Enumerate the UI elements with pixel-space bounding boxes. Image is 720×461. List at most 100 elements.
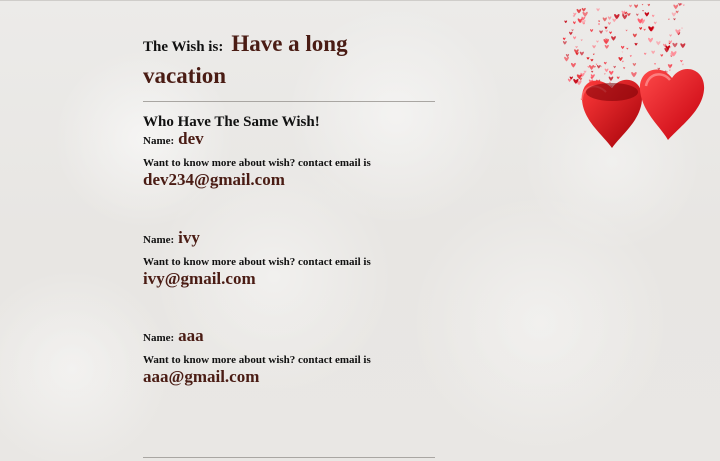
confetti-heart (579, 77, 583, 81)
confetti-heart (596, 40, 599, 43)
confetti-heart (644, 12, 650, 17)
confetti-heart (643, 52, 647, 56)
person-name: dev (178, 129, 204, 148)
confetti-heart (611, 36, 616, 41)
person-name: ivy (178, 228, 200, 247)
confetti-heart (595, 63, 598, 65)
confetti-heart (620, 45, 625, 50)
confetti-heart (604, 26, 608, 30)
heart-gift-box-icon (562, 3, 705, 148)
confetti-heart (672, 42, 678, 48)
confetti-heart (604, 73, 606, 75)
confetti-heart (607, 22, 611, 25)
confetti-heart (625, 29, 628, 32)
confetti-heart (671, 12, 677, 17)
confetti-heart (593, 65, 596, 68)
confetti-heart (562, 41, 567, 45)
confetti-heart (565, 53, 570, 58)
confetti-heart (613, 65, 616, 69)
contact-label: Want to know more about wish? contact em… (143, 157, 371, 169)
confetti-heart (680, 43, 686, 49)
confetti-heart (673, 4, 679, 10)
confetti-heart (570, 62, 576, 68)
confetti-heart (602, 17, 607, 22)
confetti-heart (608, 76, 614, 82)
confetti-heart (573, 36, 577, 40)
confetti-heart (590, 29, 594, 33)
confetti-heart (590, 58, 594, 62)
person-name-line: Name: ivy (143, 229, 371, 247)
confetti-heart (564, 20, 568, 24)
confetti-heart (642, 10, 644, 12)
bottom-divider (143, 457, 435, 458)
person-name-line: Name: aaa (143, 327, 371, 345)
confetti-heart (656, 41, 661, 46)
confetti-heart (648, 26, 654, 32)
confetti-heart (647, 3, 651, 7)
confetti-heart (581, 7, 586, 12)
title-divider (143, 101, 435, 102)
confetti-heart (632, 62, 637, 67)
confetti-heart (627, 13, 631, 17)
confetti-heart (572, 15, 576, 18)
contact-email: dev234@gmail.com (143, 170, 285, 189)
confetti-heart (569, 31, 573, 36)
confetti-heart (605, 29, 608, 33)
confetti-heart (596, 65, 601, 69)
confetti-heart (609, 31, 612, 35)
confetti-heart (609, 70, 614, 76)
confetti-heart (598, 20, 601, 23)
confetti-heart (582, 11, 588, 17)
confetti-heart (634, 4, 639, 9)
confetti-heart (564, 56, 569, 62)
confetti-heart (623, 67, 626, 70)
person-name: aaa (178, 326, 204, 345)
confetti-heart (592, 45, 596, 49)
wish-content: The Wish is: Have a long vacation Who Ha… (143, 24, 435, 385)
confetti-heart (651, 14, 655, 18)
confetti-heart (621, 60, 624, 63)
confetti-heart (678, 3, 682, 7)
confetti-heart (639, 27, 643, 30)
confetti-heart (660, 54, 664, 57)
confetti-heart (571, 29, 574, 32)
confetti-heart (668, 18, 670, 20)
confetti-heart (586, 57, 590, 60)
confetti-heart (631, 71, 637, 78)
person-entry: Name: dev Want to know more about wish? … (143, 130, 371, 188)
confetti-heart (562, 37, 566, 41)
confetti-heart (567, 78, 572, 83)
confetti-heart (681, 63, 684, 66)
confetti-heart (673, 18, 676, 21)
confetti-heart (580, 39, 583, 42)
confetti-heart (675, 10, 679, 14)
name-label: Name: (143, 234, 175, 246)
name-label: Name: (143, 332, 175, 344)
contact-email: ivy@gmail.com (143, 269, 256, 288)
confetti-heart (669, 34, 672, 37)
wish-prefix: The Wish is: (143, 39, 224, 55)
confetti-heart (604, 44, 609, 49)
confetti-heart (592, 53, 595, 56)
confetti-heart (589, 65, 595, 70)
confetti-heart (669, 69, 671, 72)
contact-email: aaa@gmail.com (143, 367, 260, 386)
confetti-heart (603, 61, 607, 65)
confetti-heart (654, 63, 657, 65)
confetti-heart (636, 13, 639, 17)
confetti-heart (621, 51, 624, 53)
confetti-heart (643, 28, 646, 31)
person-entry: Name: aaa Want to know more about wish? … (143, 327, 371, 385)
contact-label: Want to know more about wish? contact em… (143, 354, 371, 366)
confetti-heart (651, 50, 655, 55)
name-label: Name: (143, 135, 175, 147)
confetti-heart (681, 27, 683, 30)
confetti-heart (600, 65, 602, 68)
confetti-heart (668, 42, 671, 45)
confetti-heart (598, 23, 601, 26)
confetti-heart (618, 56, 623, 62)
person-name-line: Name: dev (143, 130, 371, 148)
confetti-heart (632, 33, 637, 38)
confetti-heart (648, 37, 654, 43)
confetti-heart (579, 51, 584, 56)
